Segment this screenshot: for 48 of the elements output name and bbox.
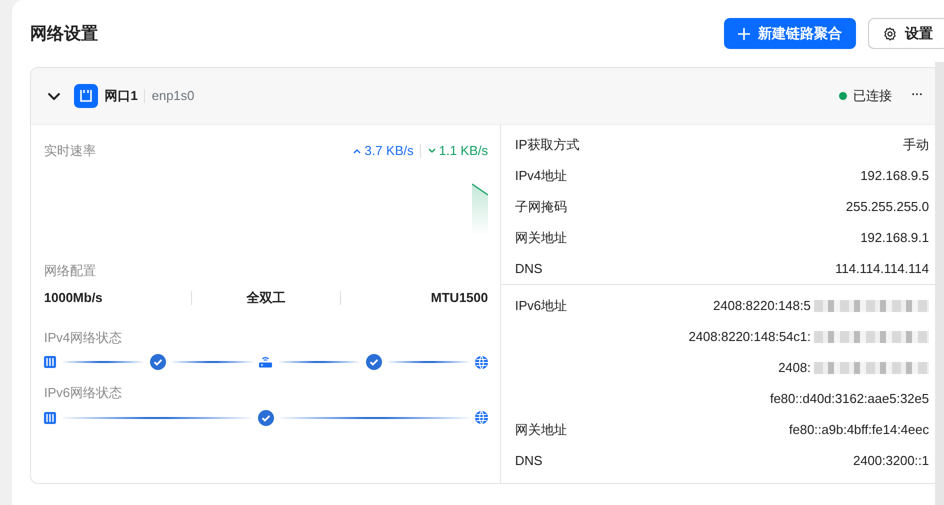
- settings-button[interactable]: 设置: [868, 18, 944, 49]
- field-value: 192.168.9.1: [860, 228, 929, 247]
- field-label: 网关地址: [515, 228, 567, 247]
- upload-speed: 3.7 KB/s: [353, 141, 414, 160]
- network-status-label: IPv4网络状态: [44, 328, 124, 346]
- port-name: 网口1: [104, 87, 138, 106]
- port-icon: [44, 412, 56, 424]
- ethernet-port-icon: [74, 84, 98, 108]
- config-value: 1000Mb/s: [44, 290, 103, 305]
- more-button[interactable]: ···: [912, 87, 923, 105]
- field-value: 2408:8220:148:54c1:: [688, 328, 811, 346]
- plus-icon: [738, 28, 750, 40]
- config-label: 网络配置: [44, 262, 97, 280]
- router-icon: [259, 356, 272, 368]
- field-label: 网关地址: [515, 420, 567, 439]
- scrollbar[interactable]: [935, 62, 944, 505]
- config-value: 全双工: [246, 290, 286, 305]
- field-label: 子网掩码: [515, 198, 567, 216]
- config-value: MTU1500: [430, 290, 488, 305]
- network-status-label: IPv6网络状态: [44, 384, 124, 402]
- field-label: IPv6地址: [515, 296, 568, 315]
- globe-icon: [475, 356, 488, 368]
- field-value: 114.114.114.114: [835, 260, 929, 278]
- page-title: 网络设置: [30, 22, 98, 45]
- field-value: 手动: [903, 136, 929, 154]
- check-icon: [150, 354, 166, 370]
- field-value: 2400:3200::1: [853, 452, 929, 470]
- caret-icon[interactable]: [47, 92, 61, 100]
- field-label: IPv4地址: [515, 166, 568, 185]
- check-icon: [258, 410, 274, 426]
- settings-icon: [883, 26, 897, 40]
- check-icon: [366, 354, 382, 370]
- status-text: 已连接: [853, 87, 892, 106]
- port-icon: [44, 356, 56, 368]
- field-value: fe80::a9b:4bff:fe14:4eec: [789, 420, 929, 439]
- device-name: enp1s0: [152, 87, 194, 106]
- field-value: 255.255.255.0: [846, 198, 929, 216]
- field-label: DNS: [515, 260, 542, 278]
- field-value: 2408:8220:148:5: [713, 296, 811, 315]
- globe-icon: [475, 411, 488, 424]
- field-value: 192.168.9.5: [860, 166, 929, 185]
- new-link-aggregation-button[interactable]: 新建链路聚合: [724, 18, 856, 49]
- field-label: IP获取方式: [515, 136, 580, 154]
- field-label: DNS: [515, 452, 542, 470]
- download-speed: 1.1 KB/s: [428, 141, 488, 160]
- field-value: 2408:: [778, 358, 811, 377]
- speed-label: 实时速率: [44, 142, 97, 160]
- field-value: fe80::d40d:3162:aae5:32e5: [770, 390, 929, 408]
